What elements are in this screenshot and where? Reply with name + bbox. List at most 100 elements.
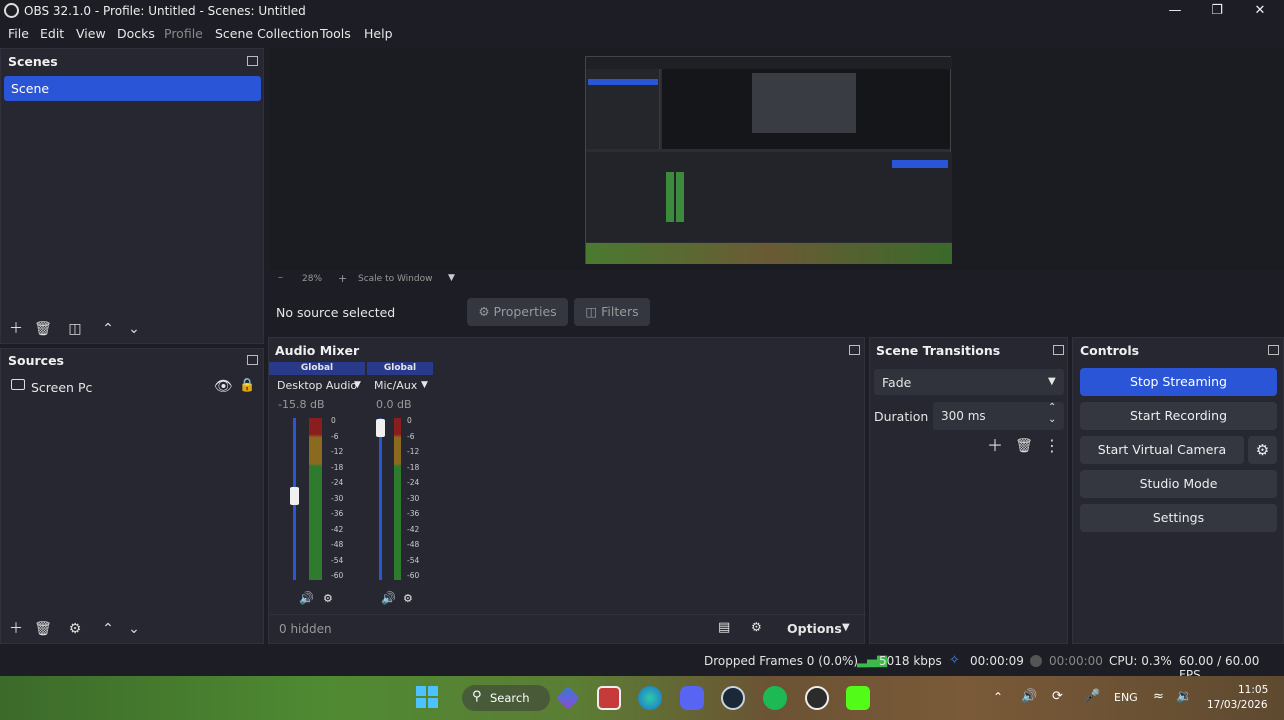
speaker-icon[interactable]: 🔊 xyxy=(299,591,314,605)
start-virtual-camera-button[interactable]: Start Virtual Camera xyxy=(1080,436,1244,464)
fader-handle[interactable] xyxy=(290,487,299,505)
wifi-icon[interactable]: ≈ xyxy=(1153,689,1164,704)
undock-icon[interactable] xyxy=(247,355,258,365)
chevron-down-icon[interactable]: ▼ xyxy=(354,380,361,390)
menu-edit[interactable]: Edit xyxy=(40,26,64,41)
menu-scene-collection[interactable]: Scene Collection xyxy=(215,26,319,41)
zoom-in-icon[interactable]: + xyxy=(338,272,347,285)
undock-icon[interactable] xyxy=(1268,345,1279,355)
move-down-icon[interactable]: ⌄ xyxy=(124,619,144,639)
scene-list-item[interactable]: Scene xyxy=(4,76,261,101)
menu-profile[interactable]: Profile xyxy=(164,26,203,41)
duration-value: 300 ms xyxy=(941,409,986,423)
discord-icon[interactable] xyxy=(680,686,704,710)
spotify-icon[interactable] xyxy=(763,686,787,710)
remove-source-icon[interactable]: 🗑 xyxy=(33,619,53,639)
transition-select[interactable]: Fade ▼ xyxy=(874,369,1064,395)
controls-title: Controls xyxy=(1080,343,1140,358)
move-up-icon[interactable]: ⌃ xyxy=(98,619,118,639)
menu-help[interactable]: Help xyxy=(364,26,393,41)
stream-time: 00:00:09 xyxy=(970,654,1024,668)
windows-start-icon[interactable] xyxy=(416,686,438,708)
clock-date[interactable]: 17/03/2026 xyxy=(1207,699,1268,711)
chevron-down-icon[interactable]: ▼ xyxy=(448,273,455,283)
close-icon[interactable]: ✕ xyxy=(1250,2,1270,20)
edge-icon[interactable] xyxy=(638,686,662,710)
settings-button[interactable]: Settings xyxy=(1080,504,1277,532)
channel-badge: Global xyxy=(367,362,433,375)
options-button[interactable]: Options xyxy=(787,621,842,636)
menu-file[interactable]: File xyxy=(8,26,29,41)
scale-mode[interactable]: Scale to Window xyxy=(358,274,432,284)
restore-icon[interactable]: ❐ xyxy=(1207,2,1227,20)
hidden-count[interactable]: 0 hidden xyxy=(279,622,332,636)
fader-handle[interactable] xyxy=(376,419,385,437)
properties-button[interactable]: ⚙ Properties xyxy=(467,298,568,326)
scene-transitions-title: Scene Transitions xyxy=(876,343,1001,358)
eye-icon[interactable]: 👁 xyxy=(214,377,233,395)
add-transition-icon[interactable]: ＋ xyxy=(985,436,1005,456)
monitor-icon xyxy=(11,379,25,390)
remove-scene-icon[interactable]: 🗑 xyxy=(33,319,53,339)
advanced-audio-icon[interactable]: ⚙ xyxy=(751,620,762,634)
layout-icon[interactable]: ▤ xyxy=(718,620,730,635)
menu-docks[interactable]: Docks xyxy=(117,26,155,41)
channel-name[interactable]: Mic/Aux xyxy=(374,379,417,392)
more-options-icon[interactable]: ⋮ xyxy=(1042,436,1062,456)
undock-icon[interactable] xyxy=(247,56,258,66)
record-time: 00:00:00 xyxy=(1049,654,1103,668)
obs-taskbar-icon[interactable] xyxy=(805,686,829,710)
move-up-icon[interactable]: ⌃ xyxy=(98,319,118,339)
clock-time[interactable]: 11:05 xyxy=(1238,684,1268,696)
source-settings-icon[interactable]: ⚙ xyxy=(65,619,85,639)
preview-menubar xyxy=(586,57,952,69)
chevron-down-icon[interactable]: ⌄ xyxy=(1048,414,1056,425)
search-label: Search xyxy=(490,691,530,705)
start-recording-button[interactable]: Start Recording xyxy=(1080,402,1277,430)
add-source-icon[interactable]: ＋ xyxy=(6,619,26,639)
chevron-down-icon[interactable]: ▼ xyxy=(421,380,428,390)
chevron-up-icon[interactable]: ⌃ xyxy=(1048,402,1056,413)
chevron-down-icon[interactable]: ▼ xyxy=(842,622,850,633)
virtual-camera-settings-icon[interactable]: ⚙ xyxy=(1248,436,1277,464)
language-indicator[interactable]: ENG xyxy=(1114,691,1138,704)
sync-icon[interactable]: ⟳ xyxy=(1052,689,1063,704)
duration-input[interactable]: 300 ms ⌃ ⌄ xyxy=(933,402,1064,430)
channel-db: -15.8 dB xyxy=(278,398,325,411)
move-down-icon[interactable]: ⌄ xyxy=(124,319,144,339)
zoom-out-icon[interactable]: – xyxy=(278,272,283,283)
speaker-icon[interactable]: 🔉 xyxy=(1176,689,1192,704)
speaker-icon[interactable]: 🔊 xyxy=(381,591,396,605)
channel-settings-icon[interactable]: ⚙ xyxy=(323,592,333,605)
remove-transition-icon[interactable]: 🗑 xyxy=(1014,436,1034,456)
minimize-icon[interactable]: — xyxy=(1165,2,1185,20)
channel-settings-icon[interactable]: ⚙ xyxy=(403,592,413,605)
preview-area[interactable] xyxy=(270,48,1284,270)
studio-mode-button[interactable]: Studio Mode xyxy=(1080,470,1277,498)
chevron-up-icon[interactable]: ⌃ xyxy=(993,690,1003,704)
filters-button[interactable]: ◫ Filters xyxy=(574,298,650,326)
channel-name[interactable]: Desktop Audio xyxy=(277,379,357,392)
kick-icon[interactable] xyxy=(846,686,870,710)
menu-view[interactable]: View xyxy=(76,26,106,41)
scenes-dock: Scenes Scene ＋ 🗑 ◫ ⌃ ⌄ xyxy=(0,48,264,344)
stop-streaming-button[interactable]: Stop Streaming xyxy=(1080,368,1277,396)
scenes-title: Scenes xyxy=(8,54,58,69)
scene-filters-icon[interactable]: ◫ xyxy=(65,319,85,339)
volume-icon[interactable]: 🔊 xyxy=(1021,689,1037,704)
undock-icon[interactable] xyxy=(849,345,860,355)
microphone-icon[interactable]: 🎤 xyxy=(1084,689,1100,704)
bitrate: 5018 kbps xyxy=(879,654,942,668)
zoom-level: 28% xyxy=(302,274,323,284)
taskbar-search[interactable]: ⚲ Search xyxy=(462,685,550,711)
title-bar: OBS 32.1.0 - Profile: Untitled - Scenes:… xyxy=(0,0,1284,22)
source-list-item[interactable]: Screen Pc 👁 🔒 xyxy=(9,377,259,399)
fader-track[interactable] xyxy=(379,418,382,580)
store-icon[interactable] xyxy=(597,686,621,710)
lock-icon[interactable]: 🔒 xyxy=(239,378,255,393)
undock-icon[interactable] xyxy=(1053,345,1064,355)
scene-item-label: Scene xyxy=(11,81,50,96)
menu-tools[interactable]: Tools xyxy=(320,26,351,41)
steam-icon[interactable] xyxy=(721,686,745,710)
add-scene-icon[interactable]: ＋ xyxy=(6,319,26,339)
